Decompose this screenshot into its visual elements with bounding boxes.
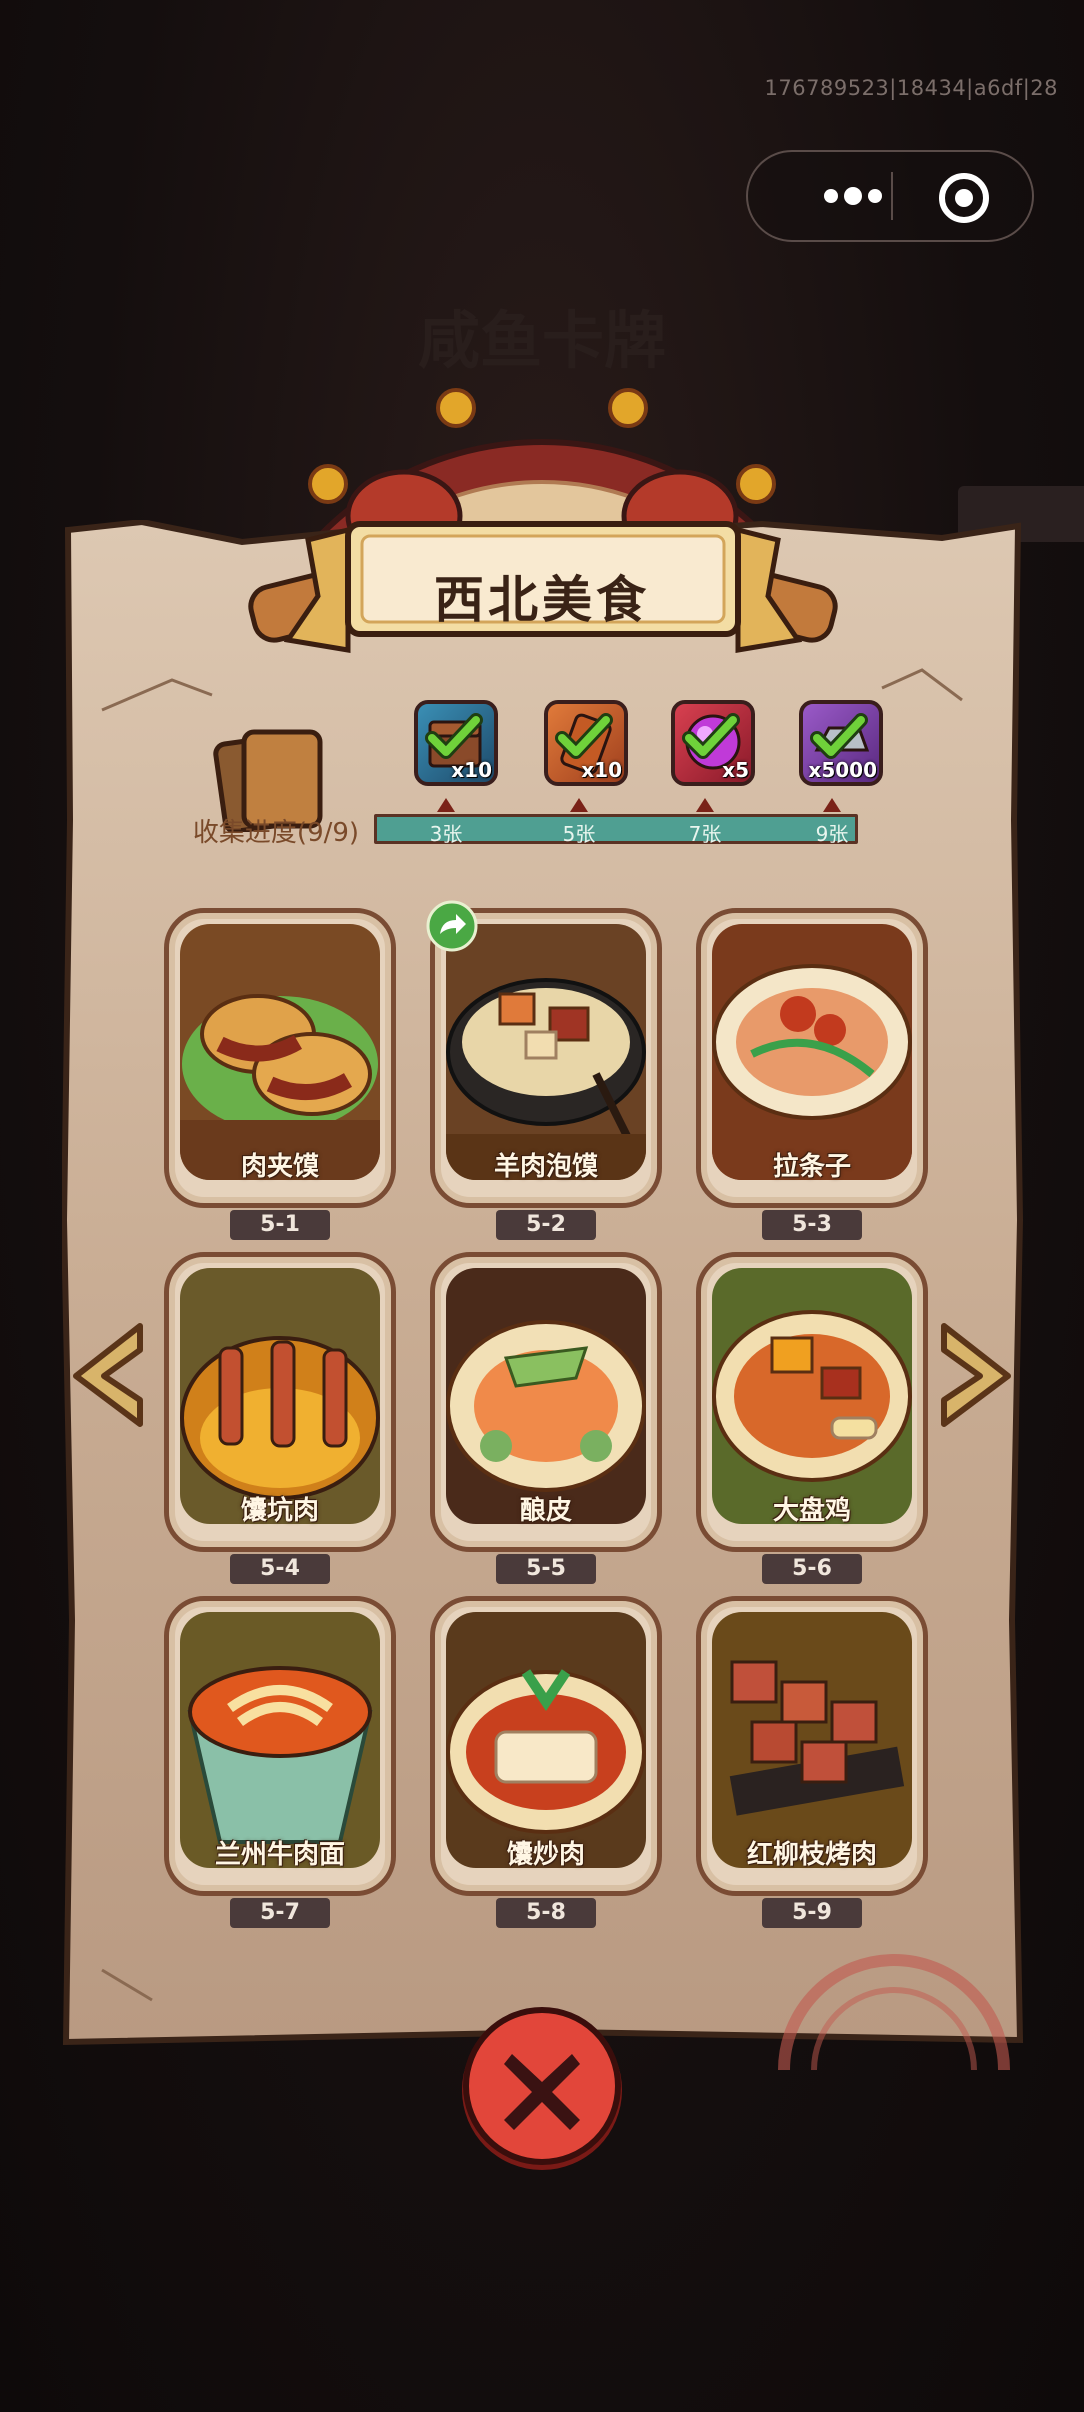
card-number: 5-6: [762, 1554, 862, 1584]
more-options-button[interactable]: [788, 152, 918, 240]
card-number: 5-8: [496, 1898, 596, 1928]
check-icon: [555, 713, 613, 759]
card-name: 红柳枝烤肉: [746, 1840, 877, 1870]
threshold-marker: [696, 798, 714, 812]
card-number: 5-9: [762, 1898, 862, 1928]
niangpi-illustration: [446, 1268, 646, 1524]
wax-seal-decoration: [778, 1954, 1010, 2070]
more-dots-icon: [824, 187, 882, 205]
card-number: 5-2: [496, 1210, 596, 1240]
food-card-5-1[interactable]: 肉夹馍 5-1: [164, 908, 396, 1240]
food-card-5-5[interactable]: 酿皮 5-5: [430, 1252, 662, 1584]
card-number: 5-3: [762, 1210, 862, 1240]
page-title: 西北美食: [434, 571, 650, 629]
roujiamo-illustration: [180, 924, 380, 1180]
card-number: 5-1: [230, 1210, 330, 1240]
threshold-label: 7张: [688, 822, 722, 846]
food-card-5-2[interactable]: 羊肉泡馍 5-2: [430, 908, 662, 1240]
next-page-arrow[interactable]: [938, 1320, 1014, 1430]
reward-quantity: x10: [581, 758, 622, 782]
card-name: 馕炒肉: [506, 1840, 585, 1870]
check-icon: [425, 713, 483, 759]
food-card-5-9[interactable]: 红柳枝烤肉 5-9: [696, 1596, 928, 1928]
food-card-5-4[interactable]: 馕坑肉 5-4: [164, 1252, 396, 1584]
threshold-label: 3张: [429, 822, 463, 846]
reward-quantity: x5000: [808, 758, 877, 782]
card-name: 酿皮: [519, 1496, 572, 1526]
threshold-marker: [823, 798, 841, 812]
reward-purple-orb[interactable]: x5: [671, 700, 755, 786]
reward-scroll-ticket[interactable]: x10: [544, 700, 628, 786]
close-button[interactable]: [456, 2004, 628, 2176]
food-card-5-3[interactable]: 拉条子 5-3: [696, 908, 928, 1240]
card-name: 拉条子: [772, 1152, 851, 1182]
miniprogram-capsule: [746, 150, 1034, 242]
food-card-5-8[interactable]: 馕炒肉 5-8: [430, 1596, 662, 1928]
exit-miniprogram-icon[interactable]: [938, 172, 990, 224]
food-card-5-6[interactable]: 大盘鸡 5-6: [696, 1252, 928, 1584]
capsule-divider: [891, 172, 893, 220]
yangrou-paomo-illustration: [446, 924, 646, 1180]
card-name: 肉夹馍: [240, 1152, 319, 1182]
latiaozi-illustration: [712, 924, 912, 1180]
card-name: 馕坑肉: [240, 1496, 319, 1526]
threshold-marker: [437, 798, 455, 812]
reward-treasure-chest[interactable]: x10: [414, 700, 498, 786]
card-number: 5-5: [496, 1554, 596, 1584]
hongliuzhi-kebab-illustration: [712, 1612, 912, 1868]
food-card-5-7[interactable]: 兰州牛肉面 5-7: [164, 1596, 396, 1928]
card-number: 5-7: [230, 1898, 330, 1928]
card-name: 兰州牛肉面: [214, 1840, 345, 1870]
check-icon: [810, 713, 868, 759]
previous-page-arrow[interactable]: [70, 1320, 146, 1430]
threshold-label: 9张: [815, 822, 849, 846]
lanzhou-beef-noodles-illustration: [180, 1612, 380, 1868]
nangchaorou-illustration: [446, 1612, 646, 1868]
card-name: 大盘鸡: [772, 1496, 851, 1526]
check-icon: [682, 713, 740, 759]
share-icon[interactable]: [426, 900, 478, 952]
nangkengrou-illustration: [180, 1268, 380, 1524]
threshold-marker: [570, 798, 588, 812]
dapanji-illustration: [712, 1268, 912, 1524]
reward-silver-ingot[interactable]: x5000: [799, 700, 883, 786]
card-name: 羊肉泡馍: [493, 1152, 598, 1182]
reward-quantity: x10: [451, 758, 492, 782]
threshold-label: 5张: [562, 822, 596, 846]
build-id-text: 176789523|18434|a6df|28: [764, 76, 1058, 100]
card-number: 5-4: [230, 1554, 330, 1584]
collection-progress-label: 收集进度(9/9): [192, 818, 360, 848]
reward-quantity: x5: [722, 758, 749, 782]
